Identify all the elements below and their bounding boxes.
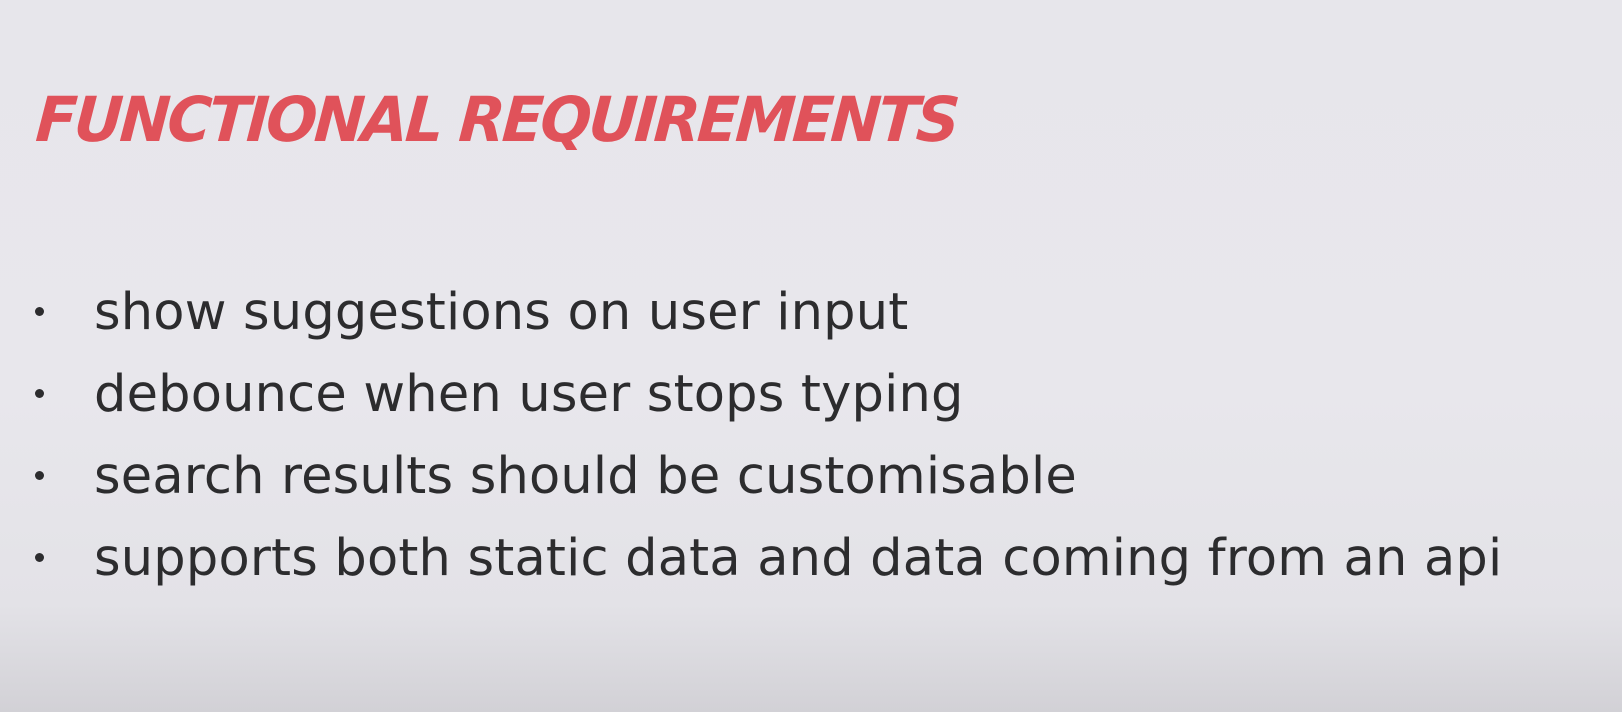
bullet-icon bbox=[35, 389, 44, 398]
bullet-text: show suggestions on user input bbox=[94, 283, 909, 342]
bullet-list: show suggestions on user input debounce … bbox=[0, 272, 1622, 600]
bullet-icon bbox=[35, 471, 44, 480]
bullet-text: search results should be customisable bbox=[94, 447, 1077, 506]
bullet-icon bbox=[35, 553, 44, 562]
slide-title: Functional Requirements bbox=[33, 83, 960, 156]
bullet-item: debounce when user stops typing bbox=[0, 354, 1622, 436]
bullet-item: show suggestions on user input bbox=[0, 272, 1622, 354]
bullet-item: supports both static data and data comin… bbox=[0, 518, 1622, 600]
slide: Functional Requirements show suggestions… bbox=[0, 0, 1622, 712]
bullet-text: supports both static data and data comin… bbox=[94, 529, 1503, 588]
bullet-icon bbox=[35, 307, 44, 316]
bullet-text: debounce when user stops typing bbox=[94, 365, 964, 424]
bullet-item: search results should be customisable bbox=[0, 436, 1622, 518]
